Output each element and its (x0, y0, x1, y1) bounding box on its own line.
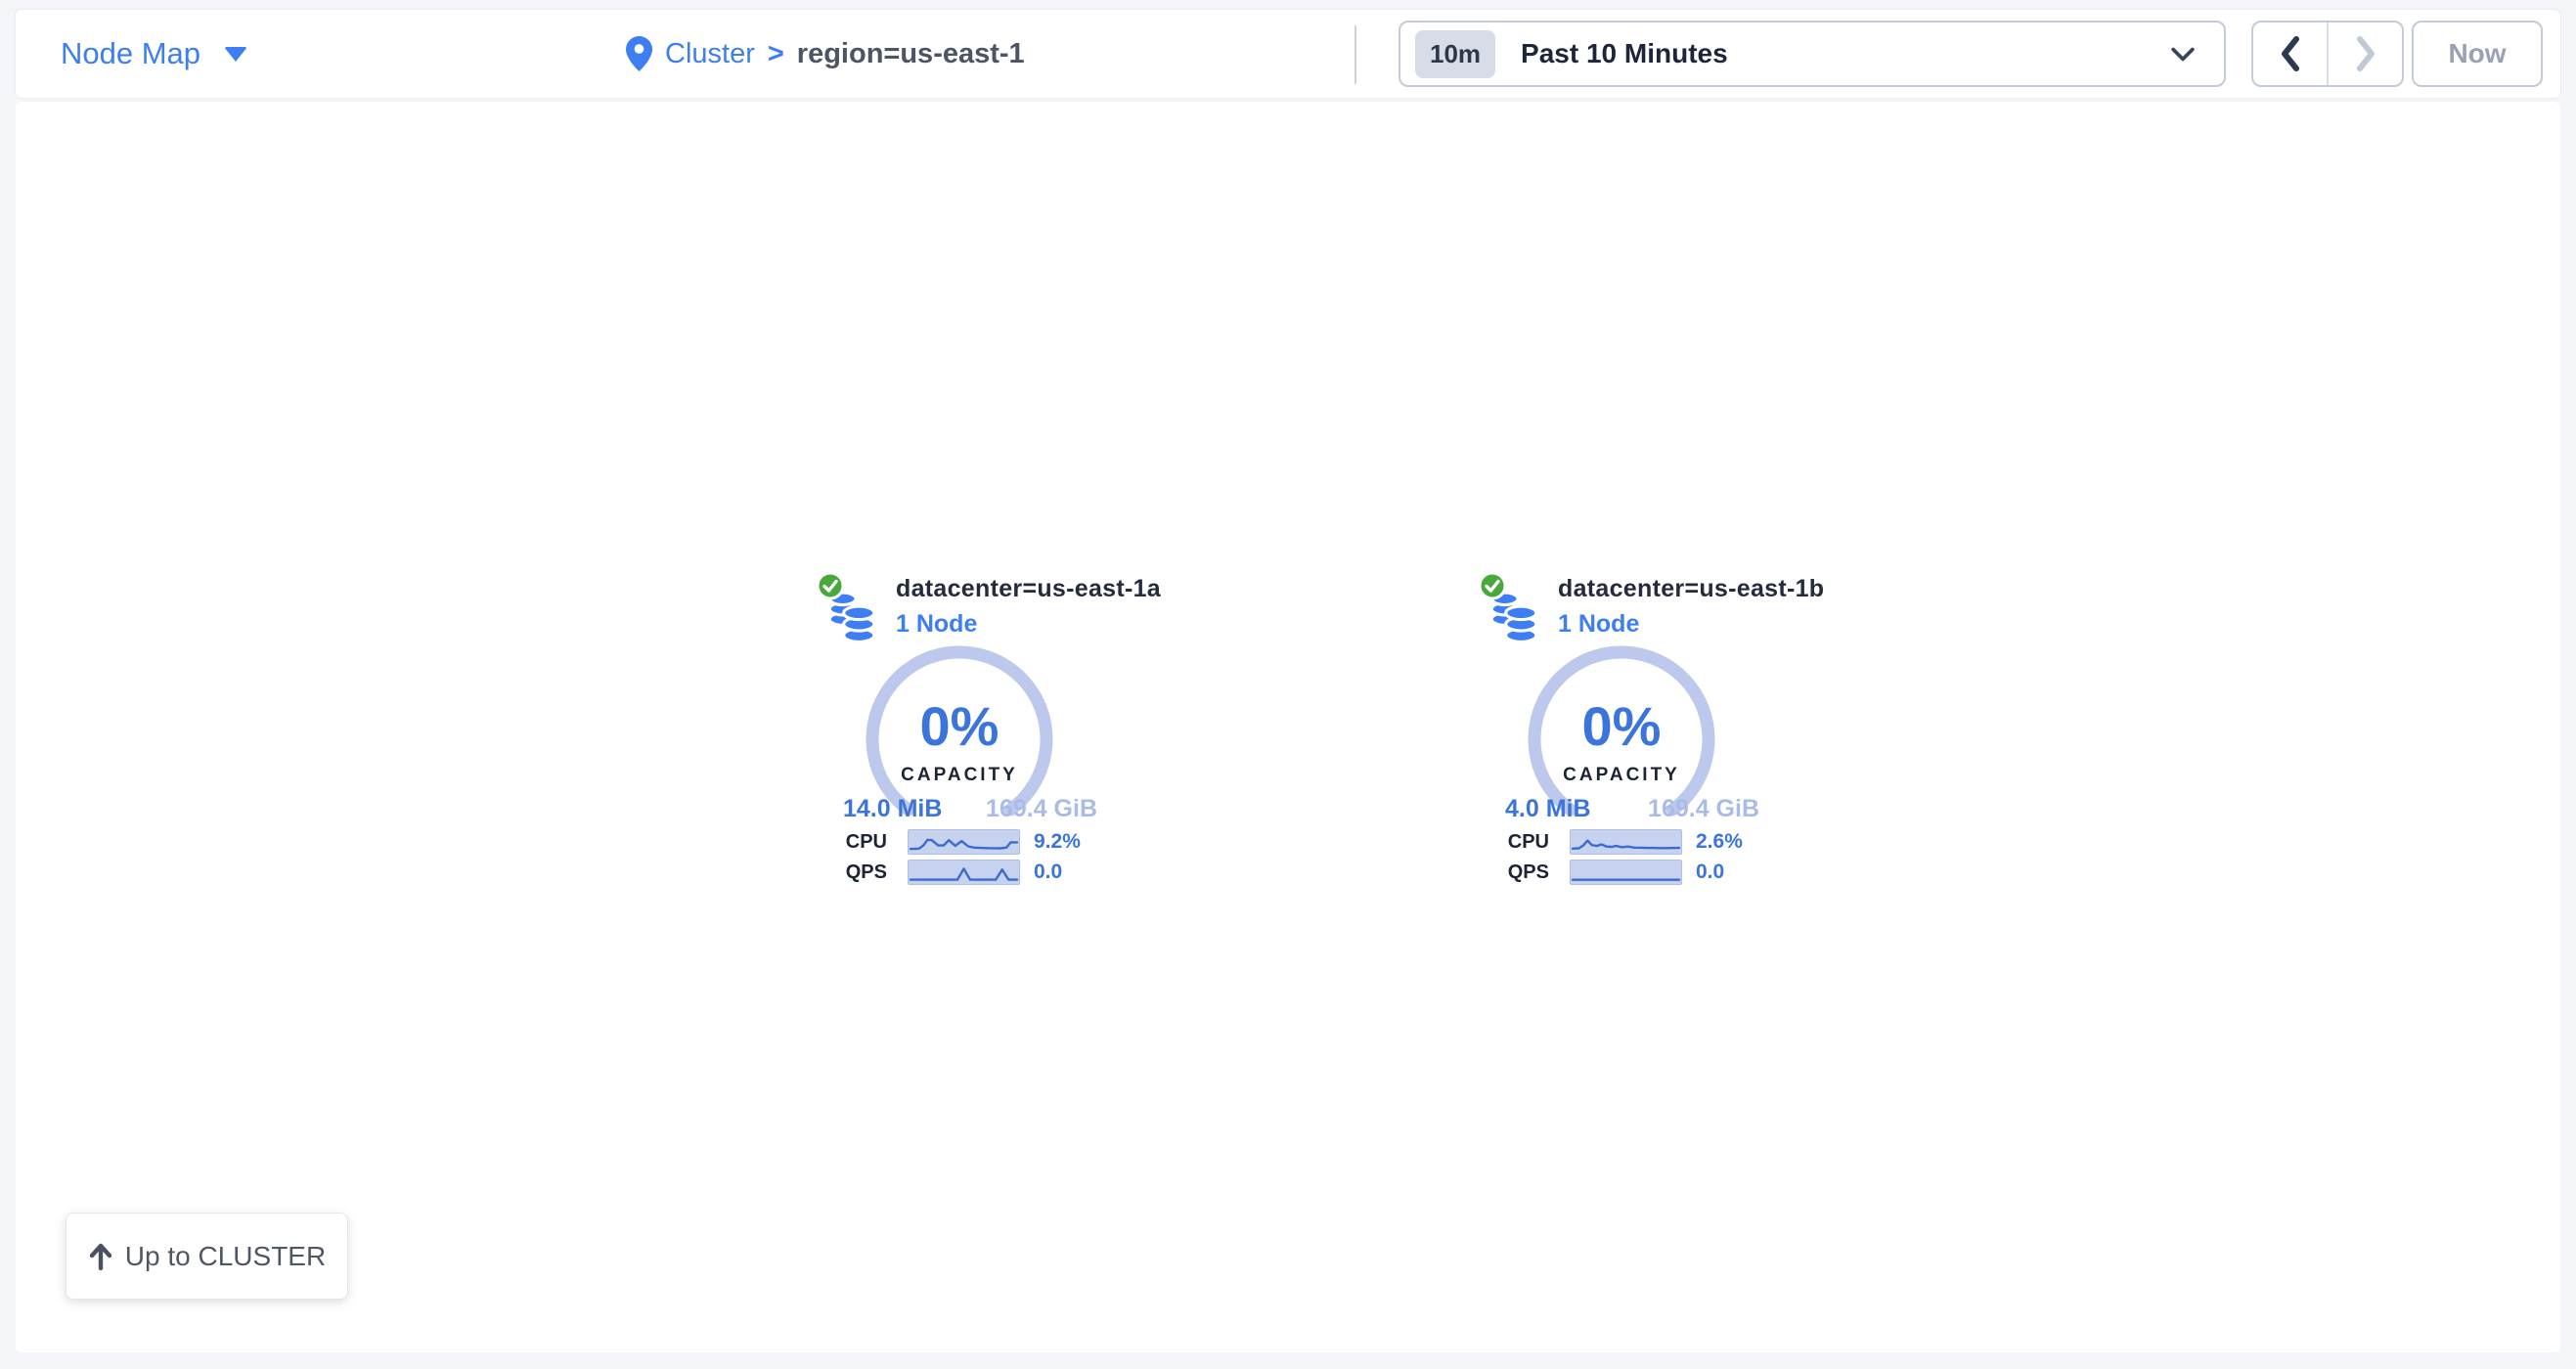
capacity-total: 169.4 GiB (1648, 795, 1759, 823)
locality-node-count: 1 Node (1558, 610, 1824, 639)
breadcrumb: Cluster > region=us-east-1 (626, 10, 1025, 98)
locality-title: datacenter=us-east-1b (1558, 575, 1824, 603)
cpu-sparkline-chart (909, 830, 1019, 854)
cpu-sparkline-chart (1571, 830, 1681, 854)
metric-label: QPS (822, 861, 887, 884)
locality-node-count: 1 Node (896, 610, 1161, 639)
capacity-caption: CAPACITY (901, 765, 1018, 785)
capacity-total: 169.4 GiB (986, 795, 1097, 823)
capacity-caption: CAPACITY (1563, 765, 1680, 785)
locality-card-us-east-1a[interactable]: datacenter=us-east-1a 1 Node 0% CAPACITY… (822, 569, 1097, 898)
locality-title: datacenter=us-east-1a (896, 575, 1161, 603)
metric-row-qps: QPS 0.0 (1484, 860, 1759, 885)
capacity-percentage: 0% (1582, 695, 1662, 757)
locality-icon-group (816, 571, 880, 645)
metric-value: 0.0 (1696, 861, 1724, 884)
qps-sparkline-chart (1571, 861, 1681, 884)
up-to-cluster-label: Up to CLUSTER (125, 1241, 326, 1272)
breadcrumb-current: region=us-east-1 (797, 38, 1025, 70)
metric-value: 9.2% (1034, 830, 1081, 854)
node-map-canvas: datacenter=us-east-1a 1 Node 0% CAPACITY… (16, 102, 2560, 1352)
time-range-dropdown[interactable]: 10m Past 10 Minutes (1399, 21, 2226, 87)
metric-row-cpu: CPU 2.6% (1484, 829, 1759, 855)
capacity-stats: 4.0 MiB 169.4 GiB (1484, 795, 1759, 823)
topbar: Node Map Cluster > region=us-east-1 10m … (16, 10, 2560, 98)
time-range-label: Past 10 Minutes (1521, 38, 2171, 69)
locality-titles: datacenter=us-east-1a 1 Node (896, 575, 1161, 639)
capacity-stats: 14.0 MiB 169.4 GiB (822, 795, 1097, 823)
metric-row-cpu: CPU 9.2% (822, 829, 1097, 855)
view-selector-dropdown[interactable]: Node Map (61, 10, 247, 98)
capacity-used: 4.0 MiB (1505, 795, 1591, 823)
time-back-button[interactable] (2253, 22, 2327, 85)
status-healthy-icon (1478, 571, 1507, 600)
chevron-left-icon (2280, 36, 2301, 71)
metric-value: 0.0 (1034, 861, 1062, 884)
chevron-down-icon (2171, 47, 2195, 62)
topbar-divider (1355, 25, 1356, 84)
locality-titles: datacenter=us-east-1b 1 Node (1558, 575, 1824, 639)
time-forward-button[interactable] (2327, 22, 2402, 85)
metric-label: QPS (1484, 861, 1549, 884)
metric-row-qps: QPS 0.0 (822, 860, 1097, 885)
arrow-up-icon (88, 1242, 113, 1271)
caret-down-icon (224, 47, 247, 62)
breadcrumb-separator: > (768, 38, 784, 70)
up-to-cluster-button[interactable]: Up to CLUSTER (66, 1213, 348, 1300)
metric-rows: CPU 9.2% QPS 0.0 (822, 829, 1097, 890)
time-nav-buttons (2251, 21, 2404, 87)
metric-value: 2.6% (1696, 830, 1743, 854)
view-selector-label: Node Map (61, 36, 200, 71)
status-healthy-icon (816, 571, 845, 600)
metric-label: CPU (1484, 831, 1549, 854)
capacity-used: 14.0 MiB (843, 795, 942, 823)
location-pin-icon (626, 36, 652, 71)
node-map-page: Node Map Cluster > region=us-east-1 10m … (0, 0, 2576, 1369)
time-range-badge: 10m (1415, 30, 1495, 78)
now-button[interactable]: Now (2412, 21, 2543, 87)
capacity-percentage: 0% (920, 695, 999, 757)
metric-rows: CPU 2.6% QPS 0.0 (1484, 829, 1759, 890)
chevron-right-icon (2355, 36, 2376, 71)
locality-icon-group (1478, 571, 1542, 645)
breadcrumb-cluster-link[interactable]: Cluster (665, 38, 755, 70)
qps-sparkline-chart (909, 861, 1019, 884)
locality-card-us-east-1b[interactable]: datacenter=us-east-1b 1 Node 0% CAPACITY… (1484, 569, 1759, 898)
metric-label: CPU (822, 831, 887, 854)
